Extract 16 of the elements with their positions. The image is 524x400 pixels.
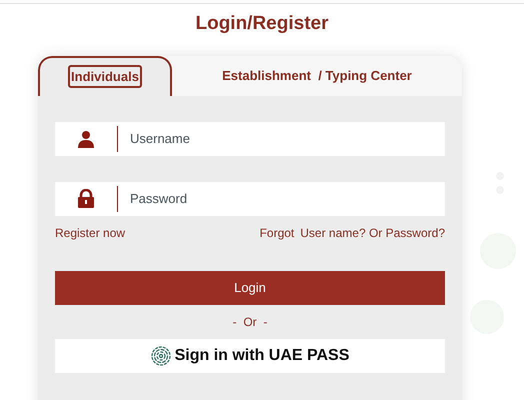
or-divider: - Or - bbox=[232, 314, 268, 330]
username-field[interactable]: Username bbox=[55, 122, 445, 156]
lock-icon bbox=[77, 189, 95, 208]
password-input[interactable]: Password bbox=[118, 182, 445, 216]
tab[interactable]: Establishment / Typing Center bbox=[172, 56, 462, 96]
username-input[interactable]: Username bbox=[118, 122, 445, 156]
forgot-label: Forgot bbox=[260, 224, 294, 242]
page-title: Login/Register bbox=[195, 12, 328, 36]
login-button[interactable]: Login bbox=[55, 270, 445, 304]
register-link[interactable]: Register now bbox=[55, 224, 126, 242]
user-icon bbox=[77, 130, 95, 148]
tab[interactable]: Individuals bbox=[38, 56, 172, 96]
password-field[interactable]: Password bbox=[55, 182, 445, 216]
uae-pass-button[interactable]: Sign in with UAE PASS bbox=[55, 338, 445, 372]
fingerprint-icon bbox=[150, 346, 171, 366]
forgot-link[interactable]: User name? Or Password? bbox=[300, 224, 445, 242]
